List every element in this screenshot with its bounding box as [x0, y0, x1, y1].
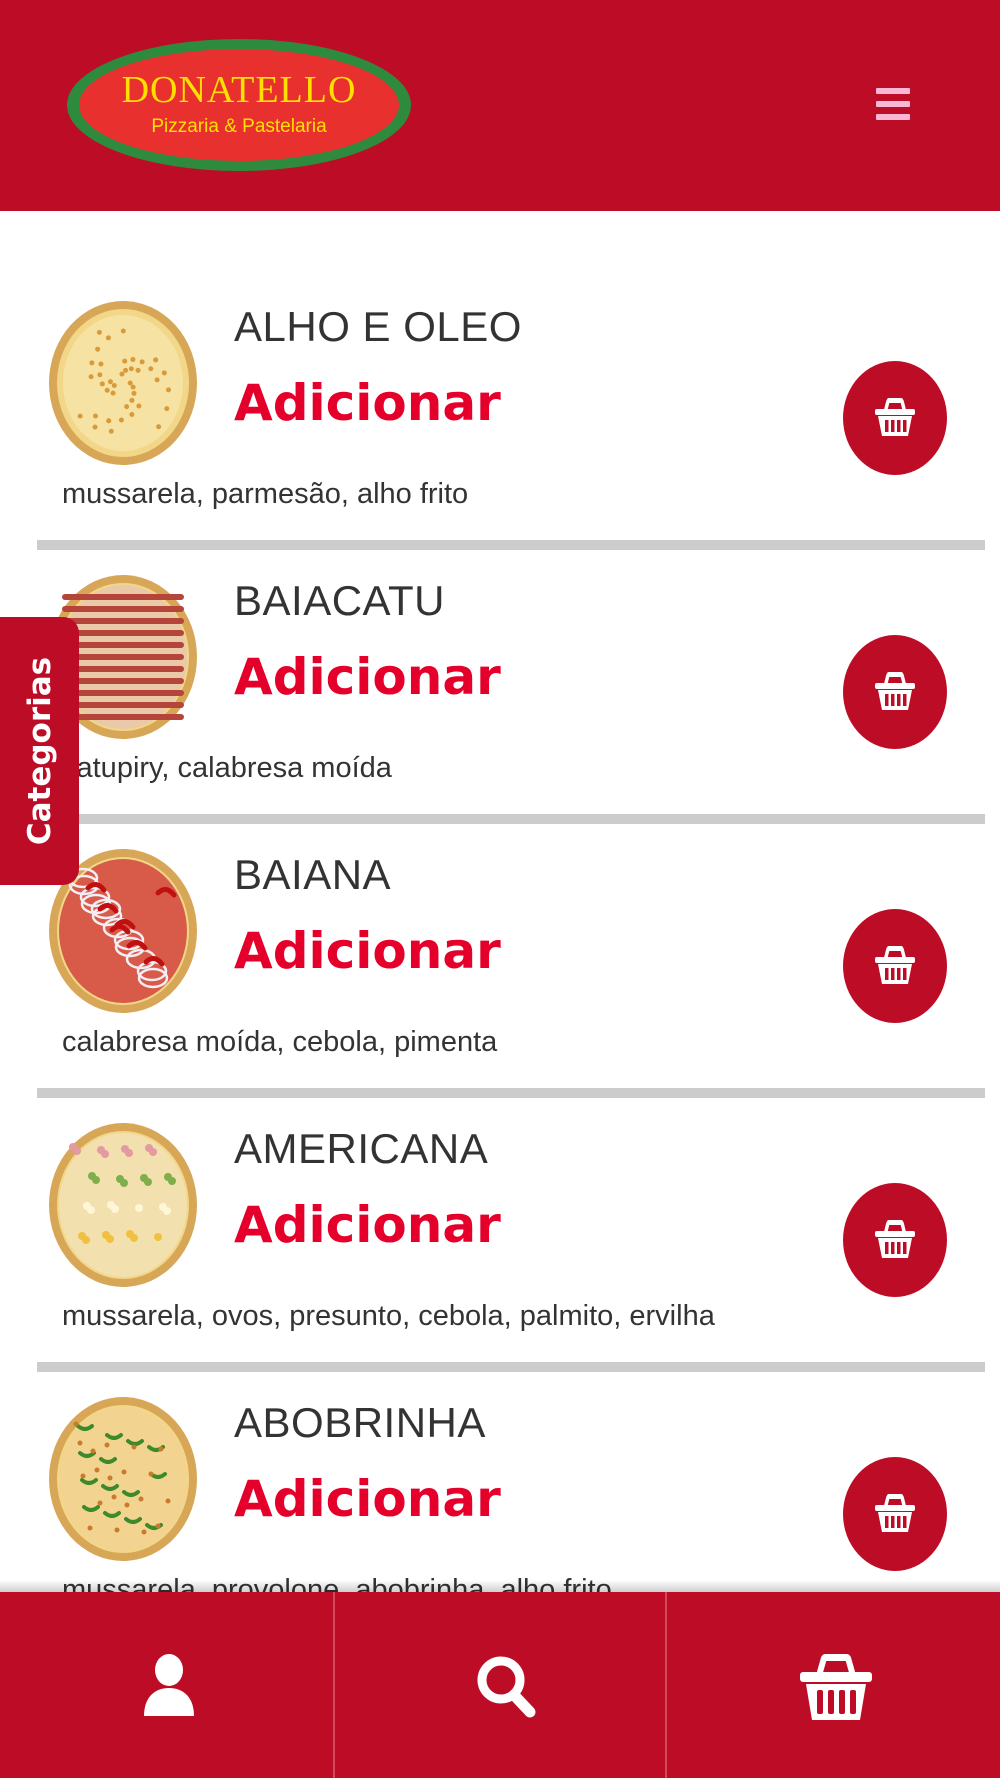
basket-icon: [800, 1654, 873, 1720]
pizza-image[interactable]: [48, 1122, 198, 1288]
product-item[interactable]: AMERICANA Adicionar mussarela, ovos, presu…: [0, 1096, 1000, 1372]
product-item[interactable]: ALHO E OLEO Adicionar mussarela, parmesão,…: [0, 274, 1000, 550]
add-product-link[interactable]: Adicionar: [234, 1194, 501, 1256]
product-description: calabresa moída, cebola, pimenta: [62, 1026, 498, 1058]
product-list[interactable]: ALHO E OLEO Adicionar mussarela, parmesão,…: [0, 274, 1000, 1592]
pizza-image[interactable]: [48, 300, 198, 466]
hamburger-menu-icon[interactable]: [870, 84, 916, 124]
product-name: AMERICANA: [234, 1125, 489, 1172]
product-name: ALHO E OLEO: [234, 303, 522, 350]
product-item[interactable]: BAIANA Adicionar calabresa moída, cebola, …: [0, 822, 1000, 1098]
user-icon: [144, 1654, 194, 1716]
donatello-logo[interactable]: DONATELLO Pizzaria & Pastelaria: [64, 36, 414, 174]
product-name: ABOBRINHA: [234, 1399, 486, 1446]
add-product-link[interactable]: Adicionar: [234, 646, 501, 708]
logo-title: DONATELLO: [121, 69, 357, 111]
product-description: mussarela, ovos, presunto, cebola, palmi…: [62, 1300, 715, 1332]
add-to-cart-button[interactable]: [843, 1183, 947, 1297]
bottom-navigation: [0, 1592, 1000, 1778]
pizza-image[interactable]: [48, 1396, 198, 1562]
nav-search-button[interactable]: [332, 1592, 668, 1778]
app-header: DONATELLO Pizzaria & Pastelaria: [0, 0, 1000, 211]
add-to-cart-button[interactable]: [843, 909, 947, 1023]
add-to-cart-button[interactable]: [843, 1457, 947, 1571]
product-name: BAIACATU: [234, 577, 445, 624]
add-product-link[interactable]: Adicionar: [234, 920, 501, 982]
product-name: BAIANA: [234, 851, 392, 898]
categories-tab-label: Categorias: [21, 656, 58, 846]
add-to-cart-button[interactable]: [843, 361, 947, 475]
product-item[interactable]: BAIACATU Adicionar catupiry, calabresa moí…: [0, 548, 1000, 824]
logo-subtitle: Pizzaria & Pastelaria: [151, 116, 327, 137]
product-description: catupiry, calabresa moída: [62, 752, 392, 784]
search-icon: [477, 1656, 536, 1718]
product-item[interactable]: ABOBRINHAAdicionarmussarela, provolone, …: [0, 1370, 1000, 1592]
nav-account-button[interactable]: [0, 1592, 333, 1778]
categories-tab[interactable]: Categorias: [0, 617, 79, 885]
product-description: mussarela, parmesão, alho frito: [62, 478, 469, 510]
nav-cart-button[interactable]: [667, 1592, 1000, 1778]
add-to-cart-button[interactable]: [843, 635, 947, 749]
add-product-link[interactable]: Adicionar: [234, 372, 501, 434]
add-product-link[interactable]: Adicionar: [234, 1468, 501, 1530]
